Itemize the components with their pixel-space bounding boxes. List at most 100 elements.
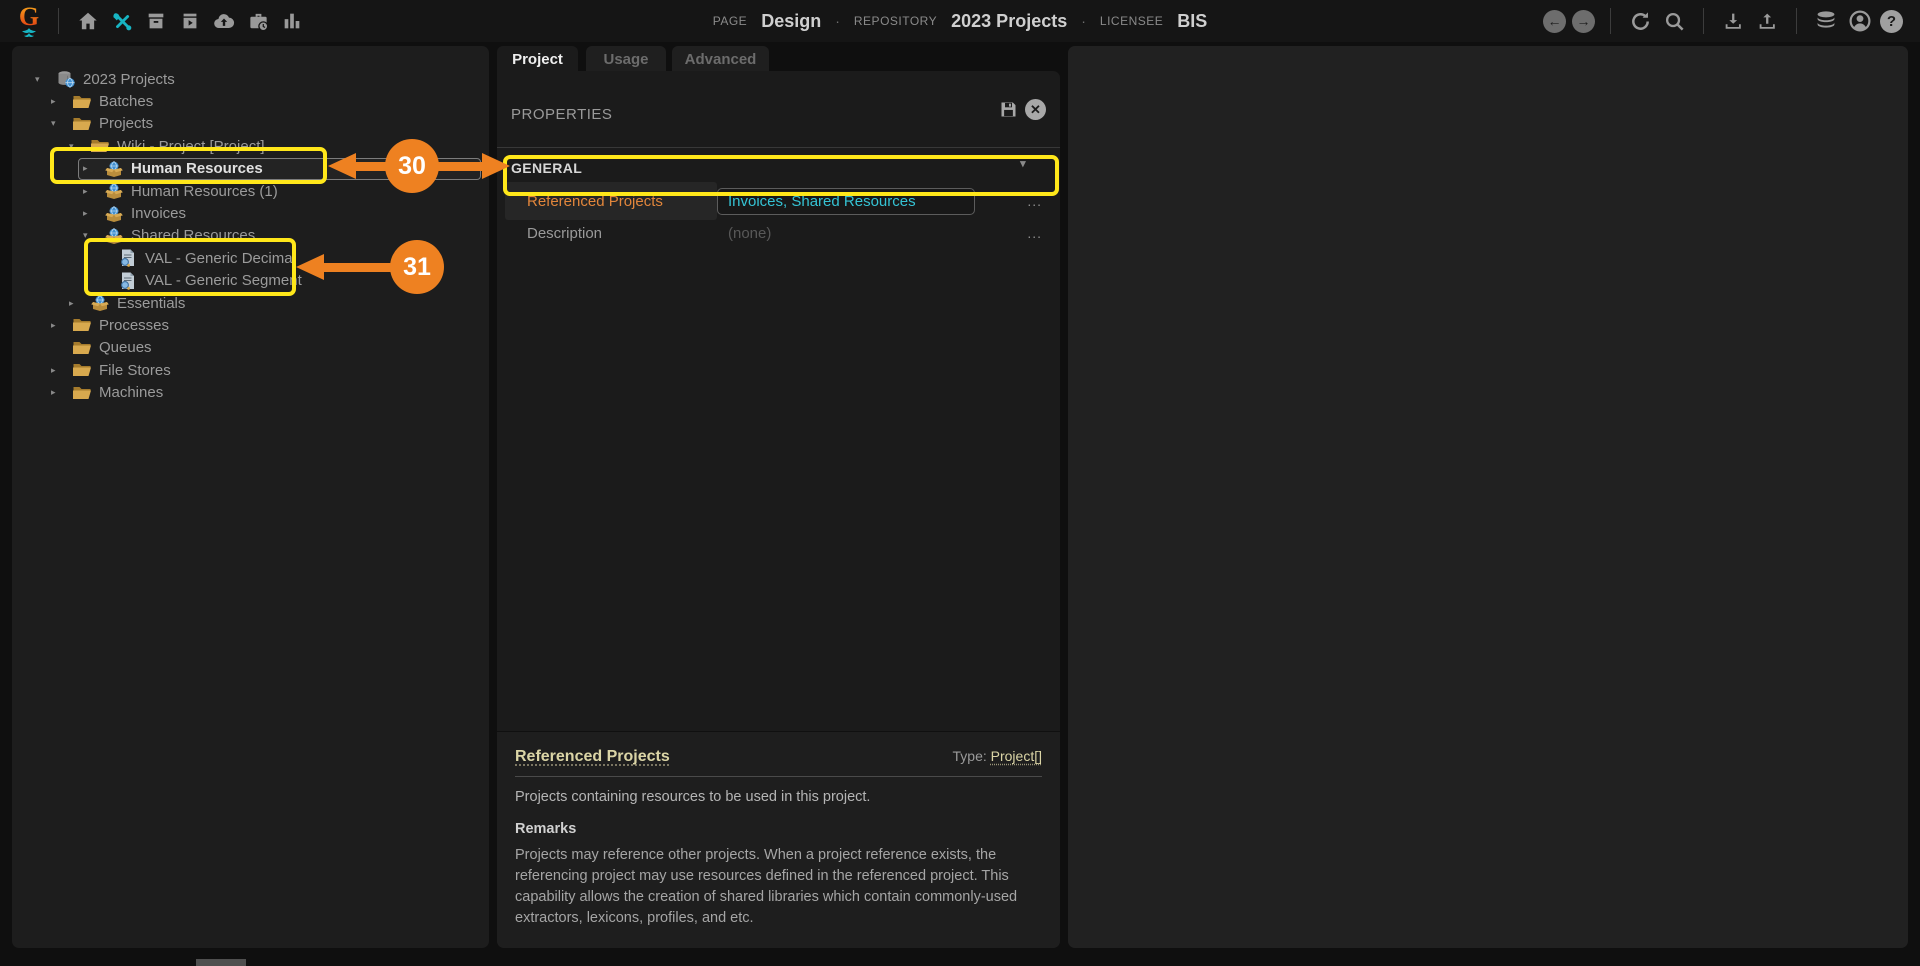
help-type-link[interactable]: Project[] — [991, 748, 1042, 764]
batches-button[interactable] — [141, 6, 171, 36]
design-tools-button[interactable] — [107, 6, 137, 36]
tree-item-label: Machines — [99, 384, 164, 402]
project-box-icon — [103, 181, 125, 201]
properties-actions: ✕ — [998, 99, 1046, 120]
expand-arrow[interactable]: ▸ — [51, 96, 67, 107]
stats-button[interactable] — [277, 6, 307, 36]
import-button[interactable] — [209, 6, 239, 36]
section-general[interactable]: GENERAL ▾ — [511, 157, 1046, 179]
repository-label: REPOSITORY — [853, 14, 938, 28]
project-box-icon — [103, 159, 125, 179]
project-box-icon — [89, 293, 111, 313]
tree-item-label: Queues — [99, 339, 152, 357]
expand-arrow[interactable]: ▸ — [51, 320, 67, 331]
page-label: PAGE — [712, 14, 748, 28]
ellipsis-button[interactable]: ... — [1027, 225, 1042, 241]
expand-arrow[interactable]: ▸ — [51, 387, 67, 398]
cloud-upload-icon — [214, 14, 235, 29]
help-remarks-label: Remarks — [515, 821, 577, 837]
toolbar-separator2 — [1610, 8, 1611, 34]
save-button[interactable] — [998, 99, 1019, 120]
expand-arrow[interactable]: ▾ — [51, 118, 67, 129]
tree-item-batches[interactable]: ▸ Batches — [12, 90, 489, 112]
save-icon — [1001, 102, 1016, 117]
context-breadcrumb: PAGE Design · REPOSITORY 2023 Projects ·… — [713, 0, 1208, 42]
download-button[interactable] — [1718, 6, 1748, 36]
home-icon — [79, 12, 97, 30]
database-icon — [1817, 11, 1835, 28]
upload-button[interactable] — [1752, 6, 1782, 36]
tree-item-label: Wiki - Project [Project] — [117, 137, 265, 155]
help-button[interactable]: ? — [1880, 9, 1903, 33]
refresh-icon — [1631, 11, 1649, 30]
content-panel — [1068, 46, 1908, 948]
folder-icon — [71, 114, 93, 134]
box-play-icon — [183, 13, 197, 29]
help-titlebar: Referenced Projects Type: Project[] — [515, 748, 1042, 766]
tree-item-2023-projects[interactable]: ▾ 2023 Projects — [12, 68, 489, 90]
tools-icon — [112, 12, 131, 30]
tree-item-machines[interactable]: ▸ Machines — [12, 381, 489, 403]
tree-item-queues[interactable]: Queues — [12, 337, 489, 359]
repository-value: 2023 Projects — [951, 10, 1068, 31]
collapse-chevron-icon[interactable]: ▾ — [1020, 157, 1026, 170]
back-button[interactable]: ← — [1543, 9, 1566, 33]
cancel-button[interactable]: ✕ — [1025, 99, 1046, 120]
expand-arrow[interactable]: ▸ — [83, 163, 99, 174]
tab-usage[interactable]: Usage — [586, 46, 666, 72]
user-icon — [1849, 10, 1871, 32]
jobs-button[interactable] — [243, 6, 273, 36]
ellipsis-button[interactable]: ... — [1027, 193, 1042, 209]
repositories-button[interactable] — [1811, 6, 1841, 36]
property-help-pane: Referenced Projects Type: Project[] Proj… — [497, 731, 1060, 948]
tree-item-label: Projects — [99, 115, 154, 133]
top-toolbar: G PAGE Design · REPOSITORY 2023 Projects… — [0, 0, 1920, 42]
expand-arrow[interactable]: ▾ — [69, 141, 85, 152]
tab-advanced[interactable]: Advanced — [672, 46, 769, 72]
tree-item-essentials[interactable]: ▸ Essentials — [12, 292, 489, 314]
tab-project[interactable]: Project — [497, 46, 578, 72]
help-title-link[interactable]: Referenced Projects — [515, 748, 670, 766]
bottom-scrollbar-thumb[interactable] — [196, 959, 246, 966]
help-remarks-text: Projects may reference other projects. W… — [515, 847, 1018, 927]
folder-icon — [89, 136, 111, 156]
forward-button[interactable]: → — [1572, 9, 1595, 33]
toolbar-separator — [58, 8, 59, 34]
step-30-badge: 30 — [385, 139, 439, 193]
logo-leaves-icon — [22, 27, 36, 37]
section-general-label: GENERAL — [511, 160, 583, 176]
tree-item-label: Invoices — [131, 205, 187, 223]
expand-arrow[interactable]: ▸ — [83, 208, 99, 219]
help-divider — [515, 776, 1042, 777]
search-button[interactable] — [1659, 6, 1689, 36]
licensee-label: LICENSEE — [1099, 14, 1164, 28]
expand-arrow[interactable]: ▸ — [69, 298, 85, 309]
tree-item-projects[interactable]: ▾ Projects — [12, 113, 489, 135]
expand-arrow[interactable]: ▾ — [35, 74, 51, 85]
property-row-referenced-projects[interactable]: Referenced Projects Invoices, Shared Res… — [505, 182, 1052, 220]
refresh-button[interactable] — [1625, 6, 1655, 36]
folder-icon — [71, 383, 93, 403]
tree-item-label: Batches — [99, 93, 154, 111]
folder-icon — [71, 360, 93, 380]
toolbar-separator3 — [1703, 8, 1704, 34]
expand-arrow[interactable]: ▸ — [51, 365, 67, 376]
tree-item-invoices[interactable]: ▸ Invoices — [12, 202, 489, 224]
user-button[interactable] — [1845, 6, 1875, 36]
folder-icon — [71, 315, 93, 335]
expand-arrow[interactable]: ▾ — [83, 230, 99, 241]
property-label: Referenced Projects — [505, 182, 717, 220]
referenced-projects-input[interactable]: Invoices, Shared Resources — [717, 187, 975, 215]
download-icon — [1725, 13, 1741, 29]
tree-item-file-stores[interactable]: ▸ File Stores — [12, 359, 489, 381]
tree-item-label: Processes — [99, 316, 170, 334]
property-label: Description — [527, 224, 603, 242]
toolbar-right-group: ← → ? — [1540, 6, 1906, 36]
tree-item-processes[interactable]: ▸ Processes — [12, 314, 489, 336]
data-type-icon — [117, 271, 139, 291]
expand-arrow[interactable]: ▸ — [83, 186, 99, 197]
property-row-description[interactable]: Description (none) ... — [505, 220, 1052, 246]
run-batch-button[interactable] — [175, 6, 205, 36]
home-button[interactable] — [73, 6, 103, 36]
breadcrumb-dot: · — [835, 13, 840, 29]
